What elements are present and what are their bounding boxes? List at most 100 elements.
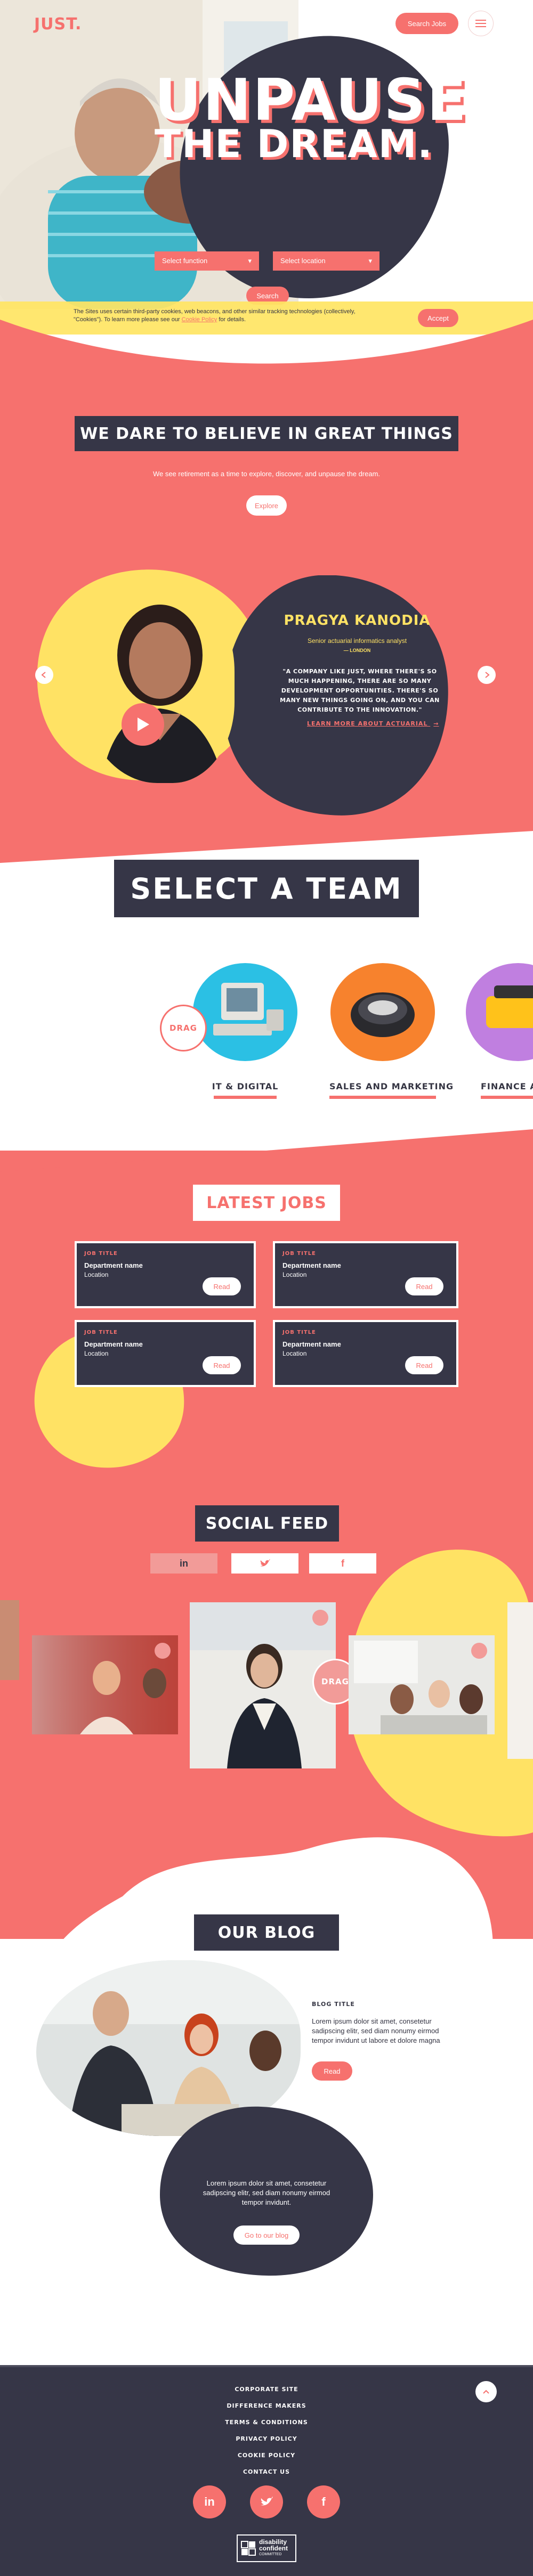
blog-post-text: Lorem ipsum dolor sit amet, consetetur s… — [312, 2017, 440, 2044]
testimonial-name: PRAGYA KANODIA — [284, 613, 431, 629]
job-tag: JOB TITLE — [282, 1251, 316, 1257]
jobs-title: LATEST JOBS — [206, 1193, 327, 1212]
social-card[interactable] — [0, 1600, 19, 1680]
carousel-prev-button[interactable] — [35, 666, 53, 684]
team-label: FINANCE AN — [481, 1081, 533, 1091]
typewriter-illustration — [466, 963, 533, 1061]
menu-button[interactable] — [468, 11, 494, 36]
job-department: Department name — [282, 1340, 341, 1348]
chevron-down-icon: ▾ — [368, 257, 372, 265]
social-tab-linkedin[interactable]: in — [150, 1553, 217, 1574]
social-card[interactable] — [32, 1635, 178, 1734]
testimonial-quote: "A COMPANY LIKE JUST, WHERE THERE'S SO M… — [280, 668, 440, 713]
footer-link-terms[interactable]: TERMS & CONDITIONS — [0, 2414, 533, 2431]
social-title-bar: SOCIAL FEED — [195, 1505, 339, 1542]
team-underline — [329, 1096, 436, 1099]
footer-link-contact[interactable]: CONTACT US — [0, 2464, 533, 2480]
team-underline — [214, 1096, 277, 1099]
hero-section: JUST. Search Jobs UNPAUSE THE DREAM. Sel… — [0, 0, 533, 384]
job-location: Location — [84, 1350, 109, 1357]
job-read-button[interactable]: Read — [203, 1356, 241, 1374]
blog-title: OUR BLOG — [217, 1923, 316, 1942]
badge-line-3: COMMITTED — [259, 2553, 282, 2556]
badge-text: disability confident COMMITTED — [259, 2539, 288, 2558]
function-select[interactable]: Select function ▾ — [155, 251, 259, 271]
twitter-icon — [260, 1559, 270, 1567]
team-card-finance[interactable]: FINANCE AN — [465, 959, 533, 1103]
team-label: SALES AND MARKETING — [329, 1081, 454, 1091]
job-card[interactable]: JOB TITLE Department name Location Read — [273, 1241, 458, 1308]
job-card[interactable]: JOB TITLE Department name Location Read — [75, 1241, 256, 1308]
function-select-value: Select function — [162, 257, 208, 265]
job-tag: JOB TITLE — [84, 1251, 118, 1257]
team-label: IT & DIGITAL — [212, 1081, 279, 1091]
drag-handle[interactable]: DRAG — [160, 1005, 207, 1051]
footer-link-corporate[interactable]: CORPORATE SITE — [0, 2381, 533, 2398]
team-title: SELECT A TEAM — [130, 871, 403, 906]
social-card[interactable] — [349, 1635, 495, 1734]
carousel-next-button[interactable] — [478, 666, 496, 684]
arrow-left-icon — [41, 672, 46, 678]
job-read-button[interactable]: Read — [405, 1277, 443, 1295]
job-read-button[interactable]: Read — [405, 1356, 443, 1374]
job-location: Location — [84, 1271, 109, 1278]
job-card[interactable]: JOB TITLE Department name Location Read — [75, 1320, 256, 1387]
team-underline — [481, 1096, 533, 1099]
learn-more-link[interactable]: LEARN MORE ABOUT ACTUARIAL → — [307, 720, 439, 727]
footer-linkedin-button[interactable]: in — [193, 2485, 226, 2518]
job-department: Department name — [282, 1261, 341, 1269]
social-card[interactable] — [507, 1602, 533, 1759]
footer-twitter-button[interactable] — [250, 2485, 283, 2518]
arrow-right-icon: → — [433, 720, 439, 727]
testimonial-role: Senior actuarial informatics analyst — [307, 637, 407, 645]
linkedin-badge — [312, 1610, 328, 1626]
go-to-blog-button[interactable]: Go to our blog — [233, 2226, 300, 2245]
linkedin-badge — [471, 1643, 487, 1659]
explore-button[interactable]: Explore — [246, 495, 287, 516]
hero-wave — [0, 320, 533, 384]
hamburger-icon — [475, 20, 486, 27]
testimonial-location: — LONDON — [343, 648, 371, 653]
testimonial-photo — [80, 581, 235, 783]
chevron-down-icon: ▾ — [248, 257, 252, 265]
site-logo[interactable]: JUST. — [34, 15, 82, 34]
footer-top-line — [0, 2365, 533, 2367]
blog-post-tag: BLOG TITLE — [312, 2001, 355, 2008]
facebook-icon: f — [321, 2495, 326, 2508]
location-select-value: Select location — [280, 257, 326, 265]
job-tag: JOB TITLE — [84, 1330, 118, 1335]
believe-title-bar: WE DARE TO BELIEVE IN GREAT THINGS — [75, 416, 458, 451]
learn-more-label: LEARN MORE ABOUT ACTUARIAL — [307, 720, 428, 727]
computer-illustration — [193, 963, 297, 1061]
believe-title: WE DARE TO BELIEVE IN GREAT THINGS — [80, 424, 453, 443]
footer-link-privacy[interactable]: PRIVACY POLICY — [0, 2431, 533, 2447]
linkedin-icon: in — [180, 1558, 188, 1569]
jobs-title-box: LATEST JOBS — [193, 1185, 340, 1221]
job-card[interactable]: JOB TITLE Department name Location Read — [273, 1320, 458, 1387]
blog-intro: Lorem ipsum dolor sit amet, consetetur s… — [203, 2179, 330, 2206]
footer-link-difference-makers[interactable]: DIFFERENCE MAKERS — [0, 2398, 533, 2414]
blog-title-bar: OUR BLOG — [194, 1914, 339, 1951]
search-jobs-button[interactable]: Search Jobs — [395, 13, 458, 34]
job-department: Department name — [84, 1261, 143, 1269]
believe-subtitle: We see retirement as a time to explore, … — [152, 470, 381, 478]
job-read-button[interactable]: Read — [203, 1277, 241, 1295]
team-card-it[interactable]: IT & DIGITAL — [192, 959, 298, 1103]
video-play-button[interactable] — [122, 703, 164, 746]
footer-facebook-button[interactable]: f — [307, 2485, 340, 2518]
linkedin-icon: in — [204, 2495, 215, 2508]
job-tag: JOB TITLE — [282, 1330, 316, 1335]
disability-confident-logo-icon — [241, 2541, 256, 2556]
blog-read-button[interactable]: Read — [312, 2061, 352, 2081]
arrow-right-icon — [485, 672, 490, 678]
location-select[interactable]: Select location ▾ — [273, 251, 379, 271]
footer-link-cookie[interactable]: COOKIE POLICY — [0, 2447, 533, 2464]
job-department: Department name — [84, 1340, 143, 1348]
person-illustration — [80, 581, 235, 783]
team-card-sales[interactable]: SALES AND MARKETING — [329, 959, 454, 1103]
linkedin-badge — [155, 1643, 171, 1659]
badge-line-2: confident — [259, 2545, 288, 2552]
team-title-bar: SELECT A TEAM — [114, 860, 419, 917]
social-tab-twitter[interactable] — [231, 1553, 298, 1574]
disability-confident-badge: disability confident COMMITTED — [237, 2534, 296, 2562]
